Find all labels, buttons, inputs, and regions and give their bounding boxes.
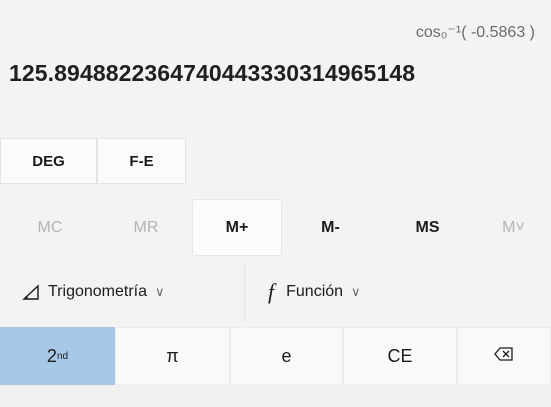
pi-button[interactable]: π [115, 327, 230, 385]
trigonometry-dropdown[interactable]: Trigonometría ∨ [22, 262, 165, 322]
fe-button[interactable]: F-E [97, 138, 186, 184]
function-dropdown[interactable]: f Función ∨ [268, 262, 361, 322]
dropdown-divider [244, 262, 245, 322]
function-label: Función [286, 283, 344, 300]
result-display: 125.89488223647404433303149651​48 [9, 60, 416, 86]
clear-entry-button[interactable]: CE [343, 327, 457, 385]
memory-store-button[interactable]: MS [379, 199, 476, 256]
triangle-icon [22, 283, 40, 301]
deg-button[interactable]: DEG [0, 138, 97, 184]
memory-list-button[interactable]: M˅ [476, 199, 551, 256]
next-keypad-row [0, 385, 551, 407]
second-label: 2 [46, 345, 57, 366]
memory-subtract-button[interactable]: M- [282, 199, 379, 256]
memory-recall-button[interactable]: MR [100, 199, 192, 256]
second-function-button[interactable]: 2nd [0, 327, 115, 385]
memory-clear-button[interactable]: MC [0, 199, 100, 256]
chevron-down-icon: ∨ [155, 284, 165, 299]
memory-add-button[interactable]: M+ [192, 199, 282, 256]
backspace-button[interactable] [457, 327, 551, 385]
expression-display: cos₀⁻¹( -0.5863 ) [415, 24, 535, 41]
memory-row: MC MR M+ M- MS M˅ [0, 199, 551, 256]
function-dropdowns: Trigonometría ∨ f Función ∨ [0, 262, 551, 322]
second-superscript: nd [56, 350, 69, 362]
function-icon: f [268, 279, 275, 304]
e-button[interactable]: e [230, 327, 343, 385]
chevron-down-icon: ∨ [351, 284, 361, 299]
trigonometry-label: Trigonometría [48, 283, 147, 300]
backspace-icon [494, 346, 514, 367]
